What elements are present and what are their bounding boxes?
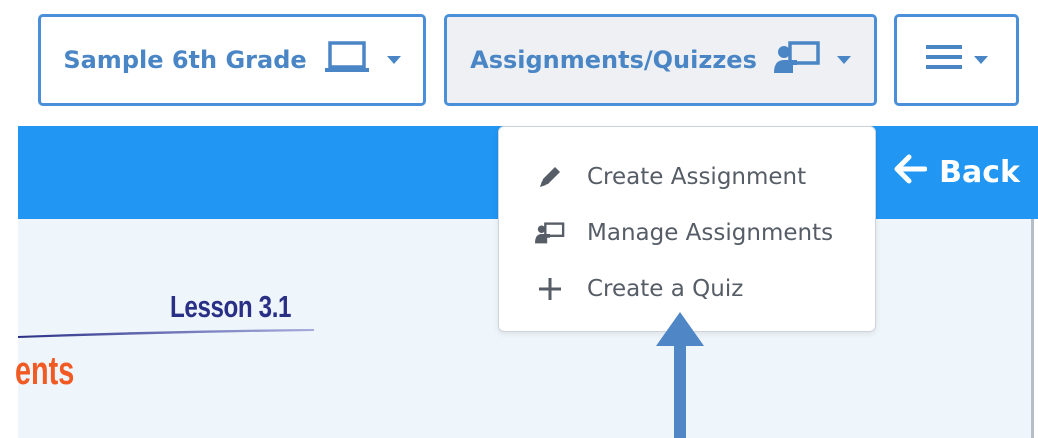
arrow-left-icon: [893, 154, 928, 192]
assignments-quizzes-dropdown[interactable]: Assignments/Quizzes: [444, 14, 877, 106]
menu-item-create-assignment[interactable]: Create Assignment: [499, 149, 875, 205]
menu-item-manage-assignments[interactable]: Manage Assignments: [499, 205, 875, 261]
assignments-selector-label: Assignments/Quizzes: [470, 46, 757, 74]
pencil-icon: [535, 164, 565, 190]
hamburger-icon: [925, 43, 962, 77]
class-selector-label: Sample 6th Grade: [63, 46, 307, 74]
chevron-down-icon: [973, 56, 988, 64]
annotation-arrow-up-icon: [656, 312, 704, 438]
menu-item-create-quiz[interactable]: Create a Quiz: [499, 261, 875, 317]
menu-item-label: Create a Quiz: [587, 276, 744, 302]
back-button[interactable]: Back: [893, 126, 1020, 219]
class-selector-dropdown[interactable]: Sample 6th Grade: [38, 14, 426, 106]
lesson-title-underline: [18, 329, 314, 338]
menu-item-label: Create Assignment: [587, 164, 807, 190]
lesson-title: Lesson 3.1: [170, 289, 292, 324]
section-heading-fragment: ents: [15, 349, 75, 393]
chevron-down-icon: [836, 56, 851, 64]
teacher-board-icon: [535, 221, 565, 245]
teacher-board-icon: [773, 40, 821, 80]
plus-icon: [535, 277, 565, 301]
assignments-dropdown-menu: Create Assignment Manage Assignments Cre…: [498, 126, 876, 332]
menu-item-label: Manage Assignments: [587, 220, 834, 246]
back-label: Back: [939, 155, 1020, 190]
main-menu-button[interactable]: [894, 14, 1019, 106]
laptop-icon: [323, 40, 371, 80]
chevron-down-icon: [386, 56, 401, 64]
app-screen: Sample 6th Grade Assignments/Quizzes Bac…: [0, 0, 1038, 438]
